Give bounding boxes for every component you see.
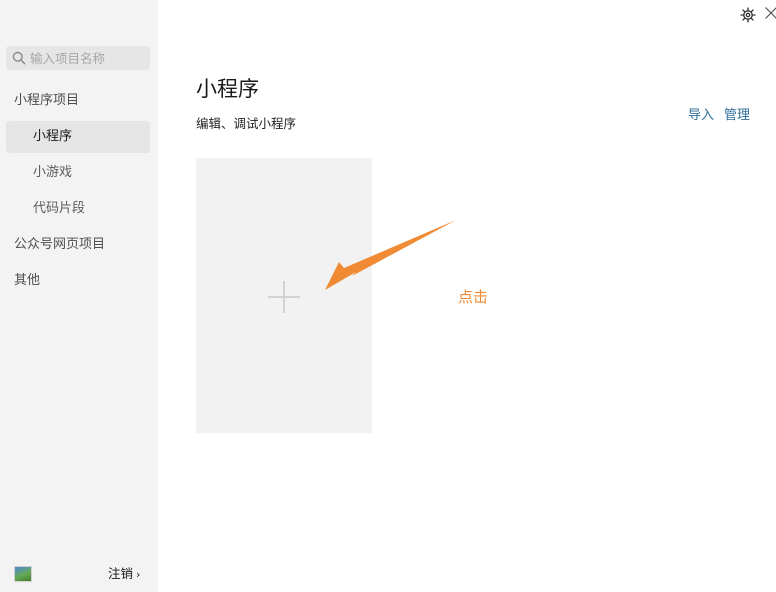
logout-button[interactable]: 注销 › bbox=[108, 565, 140, 583]
sidebar-item-official-account-web[interactable]: 公众号网页项目 bbox=[6, 229, 150, 261]
import-link[interactable]: 导入 bbox=[688, 107, 714, 125]
chevron-right-icon: › bbox=[136, 568, 141, 581]
sidebar-item-minigame[interactable]: 小游戏 bbox=[6, 157, 150, 189]
avatar[interactable] bbox=[14, 566, 32, 582]
logout-label: 注销 bbox=[108, 566, 134, 581]
gear-icon[interactable] bbox=[740, 7, 756, 23]
page-title: 小程序 bbox=[196, 77, 259, 101]
search-input[interactable] bbox=[30, 48, 144, 68]
plus-icon-vertical bbox=[283, 281, 285, 313]
annotation-label: 点击 bbox=[458, 288, 489, 306]
close-icon[interactable] bbox=[764, 6, 776, 20]
sidebar-item-miniprogram[interactable]: 小程序 bbox=[6, 121, 150, 153]
search-icon bbox=[12, 51, 26, 65]
page-subtitle: 编辑、调试小程序 bbox=[196, 116, 297, 131]
sidebar: 小程序项目 小程序 小游戏 代码片段 公众号网页项目 其他 注销› bbox=[0, 0, 158, 592]
sidebar-item-miniprogram-project[interactable]: 小程序项目 bbox=[6, 85, 150, 117]
sidebar-item-other[interactable]: 其他 bbox=[6, 265, 150, 297]
manage-link[interactable]: 管理 bbox=[724, 107, 750, 125]
sidebar-item-code-snippet[interactable]: 代码片段 bbox=[6, 193, 150, 225]
search-box[interactable] bbox=[6, 46, 150, 70]
